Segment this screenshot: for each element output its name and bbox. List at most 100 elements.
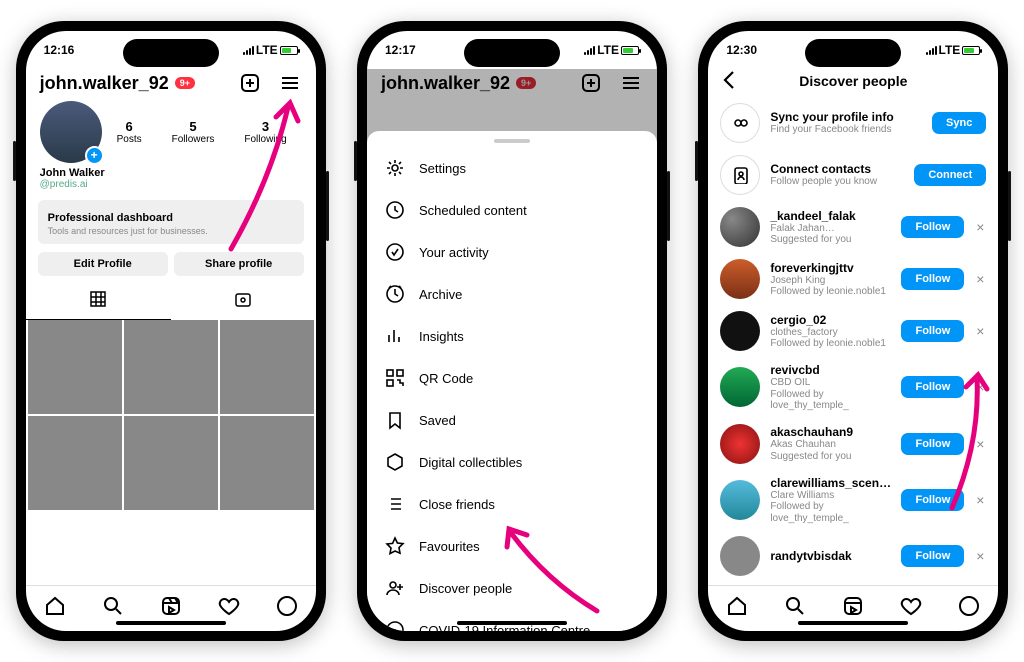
suggestion-avatar[interactable] [720, 311, 760, 351]
suggestion-username[interactable]: revivcbd [770, 363, 891, 377]
menu-settings[interactable]: Settings [367, 147, 657, 189]
back-button[interactable] [720, 69, 740, 94]
dismiss-button[interactable]: × [974, 271, 986, 287]
suggestion-username[interactable]: _kandeel_falak [770, 209, 891, 223]
post-thumb[interactable] [28, 320, 122, 414]
menu-scheduled[interactable]: Scheduled content [367, 189, 657, 231]
suggestion-avatar[interactable] [720, 207, 760, 247]
suggestion-row: clarewilliams_scentsy…Clare WilliamsFoll… [708, 470, 998, 531]
home-indicator[interactable] [116, 621, 226, 625]
sync-icon [720, 103, 760, 143]
nav-profile[interactable] [276, 595, 298, 622]
suggestion-meta: Followed by love_thy_temple_ [770, 389, 891, 412]
nav-home[interactable] [44, 595, 66, 622]
suggestion-username[interactable]: akaschauhan9 [770, 425, 891, 439]
suggestion-username[interactable]: clarewilliams_scentsy… [770, 476, 891, 490]
post-thumb[interactable] [124, 416, 218, 510]
drag-handle[interactable] [494, 139, 530, 143]
nav-activity[interactable] [900, 595, 922, 622]
menu-saved[interactable]: Saved [367, 399, 657, 441]
post-thumb[interactable] [220, 416, 314, 510]
nav-reels[interactable] [160, 595, 182, 622]
post-thumb[interactable] [124, 320, 218, 414]
home-indicator[interactable] [457, 621, 567, 625]
suggestion-username[interactable]: randytvbisdak [770, 549, 891, 563]
edit-profile-button[interactable]: Edit Profile [38, 252, 168, 276]
home-indicator[interactable] [798, 621, 908, 625]
menu-covid[interactable]: COVID-19 Information Centre [367, 609, 657, 631]
bookmark-icon [385, 410, 405, 430]
connect-row: Connect contactsFollow people you know C… [708, 149, 998, 201]
dismiss-button[interactable]: × [974, 548, 986, 564]
pro-dashboard[interactable]: Professional dashboardTools and resource… [38, 200, 304, 244]
menu-discover-people[interactable]: Discover people [367, 567, 657, 609]
suggestion-avatar[interactable] [720, 259, 760, 299]
menu-collectibles[interactable]: Digital collectibles [367, 441, 657, 483]
battery-icon [280, 46, 298, 55]
nav-search[interactable] [784, 595, 806, 622]
suggestion-sub: CBD OIL [770, 377, 891, 389]
dismiss-button[interactable]: × [974, 436, 986, 452]
dismiss-button[interactable]: × [974, 492, 986, 508]
menu-insights[interactable]: Insights [367, 315, 657, 357]
connect-button[interactable]: Connect [914, 164, 986, 186]
menu-favourites[interactable]: Favourites [367, 525, 657, 567]
follow-button[interactable]: Follow [901, 216, 964, 238]
follow-button[interactable]: Follow [901, 376, 964, 398]
nav-profile[interactable] [958, 595, 980, 622]
reels-icon [160, 595, 182, 617]
follow-button[interactable]: Follow [901, 268, 964, 290]
username[interactable]: john.walker_92 [40, 73, 169, 94]
dismiss-button[interactable]: × [974, 219, 986, 235]
suggestion-sub: Akas Chauhan [770, 439, 891, 451]
add-story-icon[interactable]: + [85, 146, 104, 165]
suggestion-sub: clothes_factory [770, 327, 891, 339]
nav-reels[interactable] [842, 595, 864, 622]
menu-close-friends[interactable]: Close friends [367, 483, 657, 525]
handle[interactable]: @predis.ai [26, 179, 316, 196]
post-grid [26, 320, 316, 510]
tab-grid[interactable] [26, 284, 171, 320]
phone-3: 12:30 LTE Discover people Sync your prof… [698, 21, 1008, 641]
sync-button[interactable]: Sync [932, 112, 986, 134]
menu-activity[interactable]: Your activity [367, 231, 657, 273]
menu-button[interactable] [278, 71, 302, 95]
suggestion-meta: Suggested for you [770, 234, 891, 246]
suggestion-username[interactable]: foreverkingjttv [770, 261, 891, 275]
nav-home[interactable] [726, 595, 748, 622]
suggestion-meta: Followed by leonie.noble1 [770, 338, 891, 350]
suggestion-avatar[interactable] [720, 536, 760, 576]
nav-activity[interactable] [218, 595, 240, 622]
menu-qr[interactable]: QR Code [367, 357, 657, 399]
network-label: LTE [256, 43, 278, 57]
stat-following[interactable]: 3Following [244, 119, 286, 145]
search-icon [102, 595, 124, 617]
create-button[interactable] [238, 71, 262, 95]
post-thumb[interactable] [220, 320, 314, 414]
stat-followers[interactable]: 5Followers [172, 119, 215, 145]
suggestion-avatar[interactable] [720, 367, 760, 407]
suggestion-username[interactable]: cergio_02 [770, 313, 891, 327]
post-thumb[interactable] [28, 416, 122, 510]
nav-search[interactable] [102, 595, 124, 622]
profile-header: john.walker_92 9+ [26, 69, 316, 101]
qr-icon [385, 368, 405, 388]
list-icon [385, 494, 405, 514]
menu-archive[interactable]: Archive [367, 273, 657, 315]
suggestion-avatar[interactable] [720, 424, 760, 464]
follow-button[interactable]: Follow [901, 433, 964, 455]
hamburger-icon [279, 72, 301, 94]
avatar[interactable]: + [40, 101, 102, 163]
suggestion-avatar[interactable] [720, 480, 760, 520]
search-icon [784, 595, 806, 617]
grid-icon [89, 290, 107, 308]
stat-posts[interactable]: 6Posts [117, 119, 142, 145]
dismiss-button[interactable]: × [974, 323, 986, 339]
tab-tagged[interactable] [171, 284, 316, 320]
follow-button[interactable]: Follow [901, 320, 964, 342]
share-profile-button[interactable]: Share profile [174, 252, 304, 276]
clock: 12:30 [726, 43, 757, 57]
dismiss-button[interactable]: × [974, 379, 986, 395]
follow-button[interactable]: Follow [901, 489, 964, 511]
follow-button[interactable]: Follow [901, 545, 964, 567]
